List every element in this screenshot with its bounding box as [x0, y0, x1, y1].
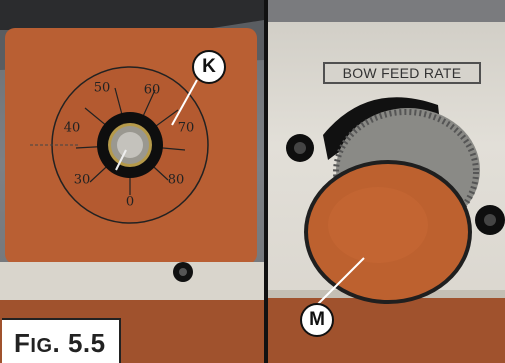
- dial-number-0: 0: [125, 194, 135, 210]
- callout-m: M: [300, 303, 334, 337]
- caption-number: 5.5: [67, 328, 106, 358]
- feed-knob-photo-panel: BOW FEED RATE M: [268, 0, 505, 363]
- dial-number-80: 80: [167, 172, 185, 188]
- dial-photo-art: [0, 0, 264, 363]
- caption-prefix: F: [14, 328, 31, 358]
- dial-number-50: 50: [93, 80, 111, 96]
- dial-number-30: 30: [73, 172, 91, 188]
- callout-m-label: M: [309, 309, 325, 330]
- callout-k-label: K: [202, 56, 216, 77]
- caption-small: IG: [30, 335, 53, 357]
- callout-k: K: [192, 50, 226, 84]
- dial-number-40: 40: [63, 120, 81, 136]
- dial-photo-panel: 0 80 70 60 50 40 30 K: [0, 0, 264, 363]
- dial-number-70: 70: [177, 120, 195, 136]
- figure-caption: FIG. 5.5: [2, 318, 121, 363]
- figure-caption-text: FIG. 5.5: [14, 328, 106, 358]
- bow-feed-rate-label: BOW FEED RATE: [323, 62, 481, 84]
- dial-number-60: 60: [143, 82, 161, 98]
